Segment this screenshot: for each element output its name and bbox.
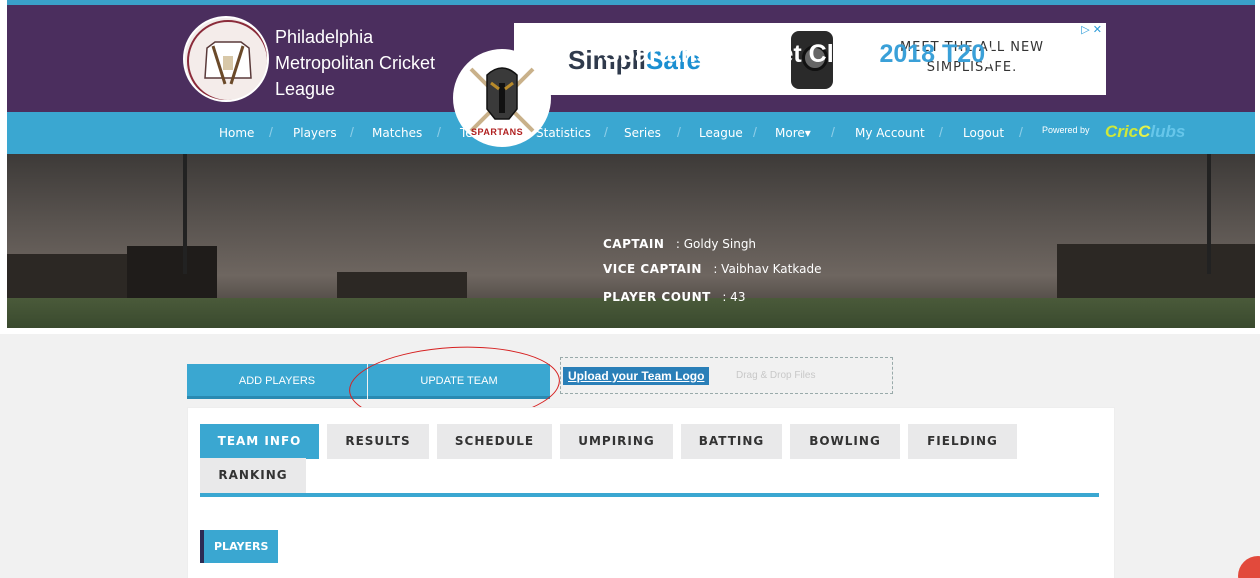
nav-home[interactable]: Home	[219, 126, 254, 140]
team-season: 2018 T20	[879, 40, 986, 68]
tab-umpiring[interactable]: UMPIRING	[560, 424, 673, 459]
brand-part: lubs	[1150, 122, 1186, 141]
stadium-silhouette	[127, 246, 217, 306]
floodlight-tower	[1207, 154, 1211, 274]
team-title: Spartans Cricket Club (2018 T20)	[603, 40, 993, 69]
player-count-row: PLAYER COUNT : 43	[603, 290, 745, 304]
league-name-line: Metropolitan Cricket	[275, 53, 436, 73]
tab-team-info[interactable]: TEAM INFO	[200, 424, 319, 459]
vice-captain-row: VICE CAPTAIN : Vaibhav Katkade	[603, 262, 821, 276]
nav-more[interactable]: More▾	[775, 126, 811, 140]
nav-separator: /	[350, 124, 354, 140]
drag-drop-hint: Drag & Drop Files	[736, 370, 816, 381]
team-name-end: )	[985, 40, 994, 68]
nav-separator: /	[604, 124, 608, 140]
nav-players[interactable]: Players	[293, 126, 337, 140]
team-logo[interactable]: SPARTANS	[453, 49, 551, 147]
nav-my-account[interactable]: My Account	[855, 126, 925, 140]
powered-by-label: Powered by	[1042, 125, 1090, 135]
team-name: Spartans Cricket Club (	[603, 40, 880, 68]
nav-separator: /	[269, 124, 273, 140]
nav-separator: /	[677, 124, 681, 140]
player-count-label: PLAYER COUNT	[603, 290, 711, 304]
league-name-line: Philadelphia	[275, 27, 374, 47]
cricclubs-logo[interactable]: CricClubs	[1105, 122, 1185, 142]
vice-captain-label: VICE CAPTAIN	[603, 262, 702, 276]
league-name[interactable]: Philadelphia Metropolitan Cricket League	[275, 24, 475, 102]
nav-separator: /	[939, 124, 943, 140]
tab-underline	[200, 493, 1099, 497]
nav-separator: /	[437, 124, 441, 140]
nav-statistics[interactable]: Statistics	[536, 126, 591, 140]
captain-label: CAPTAIN	[603, 237, 665, 251]
chat-widget-icon[interactable]	[1238, 556, 1260, 578]
upload-logo-button[interactable]: Upload your Team Logo	[563, 367, 710, 385]
vice-captain-value: : Vaibhav Katkade	[713, 262, 822, 276]
captain-row: CAPTAIN : Goldy Singh	[603, 237, 756, 251]
nav-league[interactable]: League	[699, 126, 743, 140]
tab-bowling[interactable]: BOWLING	[790, 424, 900, 459]
nav-matches[interactable]: Matches	[372, 126, 422, 140]
tab-schedule[interactable]: SCHEDULE	[437, 424, 552, 459]
players-section-label: PLAYERS	[200, 530, 279, 563]
captain-value: : Goldy Singh	[675, 237, 757, 251]
tab-fielding[interactable]: FIELDING	[908, 424, 1017, 459]
logo-drop-zone[interactable]: Upload your Team Logo Drag & Drop Files	[560, 357, 893, 394]
team-logo-text: SPARTANS	[471, 127, 524, 137]
player-count-value: : 43	[722, 290, 746, 304]
tab-batting[interactable]: BATTING	[681, 424, 782, 459]
tab-results[interactable]: RESULTS	[327, 424, 429, 459]
main-nav: Home / Players / Matches / Teams / Stati…	[7, 112, 1255, 154]
league-name-line: League	[275, 79, 336, 99]
brand-part: Cric	[1105, 122, 1139, 141]
nav-separator: /	[831, 124, 835, 140]
floodlight-tower	[183, 154, 187, 274]
ad-choices-icon[interactable]: ▷ ✕	[1081, 23, 1102, 36]
nav-series[interactable]: Series	[624, 126, 661, 140]
stadium-silhouette	[1057, 244, 1255, 304]
nav-separator: /	[753, 124, 757, 140]
tab-ranking[interactable]: RANKING	[200, 458, 306, 493]
league-logo[interactable]	[183, 16, 269, 102]
nav-logout[interactable]: Logout	[963, 126, 1004, 140]
brand-part: C	[1138, 122, 1151, 141]
add-players-button[interactable]: ADD PLAYERS	[187, 364, 367, 399]
nav-separator: /	[1019, 124, 1023, 140]
